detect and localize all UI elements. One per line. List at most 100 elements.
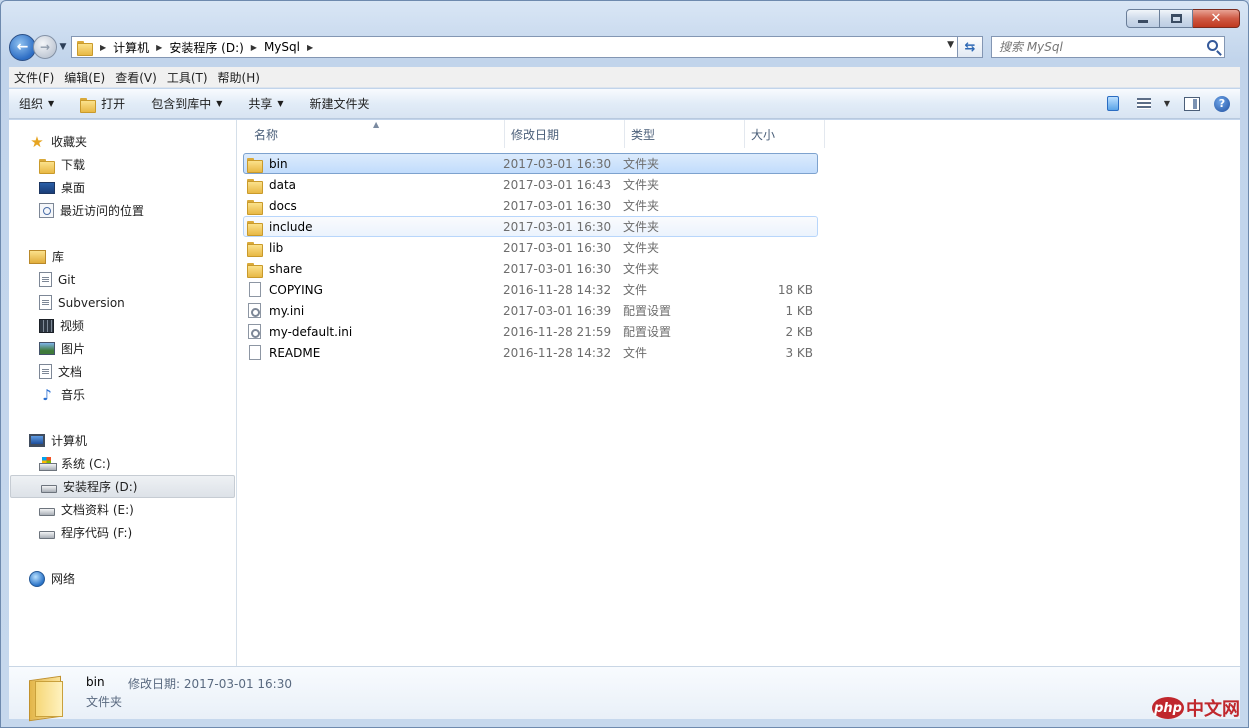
breadcrumb-chevron-icon[interactable]: ▶: [251, 43, 257, 52]
nav-pictures[interactable]: 图片: [9, 337, 236, 360]
change-view-button[interactable]: ▼: [1136, 98, 1170, 109]
search-input[interactable]: [992, 37, 1192, 57]
file-modified: 2017-03-01 16:30: [503, 156, 612, 171]
nav-label: 程序代码 (F:): [61, 526, 133, 540]
drive-icon: [39, 530, 55, 539]
nav-label: 文档: [58, 365, 83, 379]
nav-label: 计算机: [51, 434, 88, 448]
breadcrumb-chevron-icon[interactable]: ▶: [156, 43, 162, 52]
command-bar-right: ▼ ?: [1106, 95, 1240, 112]
picture-icon: [39, 342, 55, 355]
new-folder-button[interactable]: 新建文件夹: [300, 95, 380, 112]
file-name-cell: COPYING: [244, 282, 503, 297]
breadcrumb-computer[interactable]: 计算机: [113, 39, 149, 56]
nav-music[interactable]: ♪ 音乐: [9, 383, 236, 406]
breadcrumb-chevron-icon[interactable]: ▶: [100, 43, 106, 52]
nav-recent-places[interactable]: 最近访问的位置: [9, 199, 236, 222]
column-header-modified[interactable]: 修改日期: [505, 120, 625, 148]
search-box[interactable]: [991, 36, 1225, 58]
file-type: 文件: [623, 283, 648, 297]
menu-view[interactable]: 查看(V): [110, 69, 162, 86]
ini-file-icon: [248, 324, 261, 339]
file-row[interactable]: data 2017-03-01 16:43 文件夹: [243, 174, 818, 195]
file-row[interactable]: docs 2017-03-01 16:30 文件夹: [243, 195, 818, 216]
file-type: 文件夹: [623, 178, 660, 192]
back-button[interactable]: ←: [9, 33, 36, 61]
nav-libraries[interactable]: 库: [9, 245, 236, 268]
refresh-button[interactable]: ⇆: [958, 36, 983, 58]
file-size: 18 KB: [777, 282, 813, 297]
file-row[interactable]: bin 2017-03-01 16:30 文件夹: [243, 153, 818, 174]
file-modified: 2017-03-01 16:30: [503, 240, 612, 255]
watermark-text: 中文网: [1186, 699, 1240, 720]
column-header-size[interactable]: 大小: [745, 120, 825, 148]
file-row[interactable]: lib 2017-03-01 16:30 文件夹: [243, 237, 818, 258]
menu-file[interactable]: 文件(F): [9, 69, 59, 86]
nav-label: 桌面: [61, 181, 86, 195]
breadcrumb-drive-d[interactable]: 安装程序 (D:): [169, 39, 243, 56]
preview-pane-icon[interactable]: [1184, 96, 1200, 111]
file-name-cell: lib: [244, 241, 503, 257]
file-list-pane: ▲ 名称 修改日期 类型 大小 bin 2017-03-01 16:30 文件夹 da…: [237, 120, 1240, 666]
breadcrumb-mysql[interactable]: MySql: [264, 40, 300, 54]
file-modified: 2017-03-01 16:39: [503, 303, 612, 318]
video-icon: [39, 318, 54, 333]
recent-pages-dropdown[interactable]: ▼: [57, 42, 69, 52]
menu-help[interactable]: 帮助(H): [213, 69, 265, 86]
minimize-button[interactable]: [1126, 9, 1160, 28]
nav-computer[interactable]: 计算机: [9, 429, 236, 452]
nav-label: 文档资料 (E:): [61, 503, 134, 517]
desktop-icon: [39, 181, 55, 194]
open-button[interactable]: 打开: [70, 95, 135, 113]
address-bar[interactable]: ▶ 计算机 ▶ 安装程序 (D:) ▶ MySql ▶ ▼: [71, 36, 958, 58]
main-area: ★ 收藏夹 下载 桌面 最近访问的位置 库 Git Subversion 视频 图…: [9, 120, 1240, 666]
column-header-type[interactable]: 类型: [625, 120, 745, 148]
watermark: php 中文网: [1152, 695, 1240, 721]
explorer-window: ✕ ← → ▼ ▶ 计算机 ▶ 安装程序 (D:) ▶ MySql ▶ ▼ ⇆ …: [0, 0, 1249, 728]
file-row[interactable]: my-default.ini 2016-11-28 21:59 配置设置 2 KB: [243, 321, 818, 342]
search-icon[interactable]: [1207, 40, 1218, 51]
include-library-label: 包含到库中: [151, 97, 212, 111]
nav-subversion[interactable]: Subversion: [9, 291, 236, 314]
device-icon[interactable]: [1106, 96, 1119, 111]
nav-downloads[interactable]: 下载: [9, 153, 236, 176]
nav-favorites[interactable]: ★ 收藏夹: [9, 130, 236, 153]
nav-git[interactable]: Git: [9, 268, 236, 291]
share-label: 共享: [248, 97, 273, 111]
file-modified: 2016-11-28 14:32: [503, 345, 612, 360]
close-button[interactable]: ✕: [1193, 9, 1240, 28]
address-dropdown-icon[interactable]: ▼: [947, 40, 954, 50]
column-header-name[interactable]: 名称: [237, 120, 505, 148]
help-icon[interactable]: ?: [1214, 95, 1230, 112]
network-icon: [29, 570, 45, 587]
menu-tools[interactable]: 工具(T): [162, 69, 213, 86]
file-row[interactable]: my.ini 2017-03-01 16:39 配置设置 1 KB: [243, 300, 818, 321]
organize-label: 组织: [19, 97, 44, 111]
nav-videos[interactable]: 视频: [9, 314, 236, 337]
file-row[interactable]: include 2017-03-01 16:30 文件夹: [243, 216, 818, 237]
nav-desktop[interactable]: 桌面: [9, 176, 236, 199]
file-row[interactable]: share 2017-03-01 16:30 文件夹: [243, 258, 818, 279]
folder-icon: [247, 157, 263, 173]
recent-places-icon: [39, 203, 54, 218]
file-type: 配置设置: [623, 304, 672, 318]
large-folder-icon: [29, 675, 63, 717]
nav-label: Subversion: [58, 295, 125, 310]
nav-drive-c[interactable]: 系统 (C:): [9, 452, 236, 475]
nav-drive-e[interactable]: 文档资料 (E:): [9, 498, 236, 521]
menu-edit[interactable]: 编辑(E): [59, 69, 110, 86]
nav-network[interactable]: 网络: [9, 567, 236, 590]
include-library-button[interactable]: 包含到库中 ▼: [141, 95, 232, 112]
maximize-button[interactable]: [1160, 9, 1193, 28]
share-button[interactable]: 共享 ▼: [238, 95, 293, 112]
file-row[interactable]: README 2016-11-28 14:32 文件 3 KB: [243, 342, 818, 363]
nav-label: 收藏夹: [51, 135, 88, 149]
forward-button[interactable]: →: [33, 35, 57, 59]
nav-documents[interactable]: 文档: [9, 360, 236, 383]
breadcrumb-chevron-icon[interactable]: ▶: [307, 43, 313, 52]
file-row[interactable]: COPYING 2016-11-28 14:32 文件 18 KB: [243, 279, 818, 300]
nav-drive-d[interactable]: 安装程序 (D:): [10, 475, 235, 498]
organize-button[interactable]: 组织 ▼: [9, 95, 64, 112]
file-type: 文件: [623, 346, 648, 360]
nav-drive-f[interactable]: 程序代码 (F:): [9, 521, 236, 544]
